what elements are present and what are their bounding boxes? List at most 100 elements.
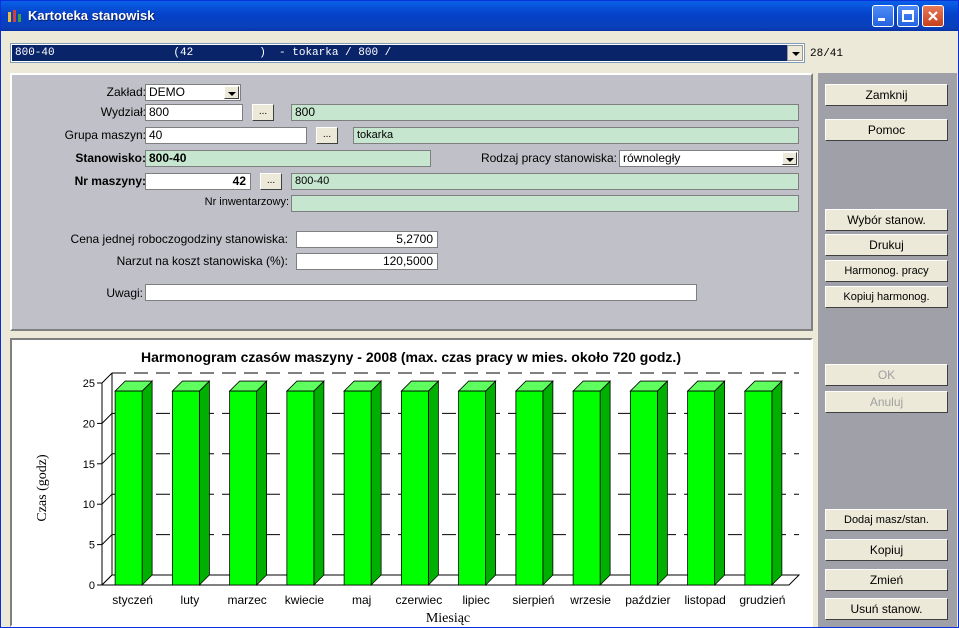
bar [114, 390, 143, 586]
bar-side [141, 380, 153, 586]
stanowisko-label: Stanowisko: [75, 151, 146, 165]
x-tick-label: paździer [625, 593, 670, 607]
bar [229, 390, 258, 586]
x-tick-label: czerwiec [396, 593, 443, 607]
gridline-diag [101, 453, 113, 465]
window-title: Kartoteka stanowisk [28, 8, 155, 23]
x-tick-label: styczeń [112, 593, 153, 607]
bar [458, 390, 487, 586]
x-tick-label: wrzesie [569, 593, 611, 607]
anuluj-button[interactable]: Anuluj [825, 391, 948, 413]
minimize-icon [878, 18, 885, 21]
nr-inw-label: Nr inwentarzowy: [204, 196, 289, 208]
form-panel: Zakład: DEMO Wydział: 800 ... 800 Grupa … [10, 73, 813, 331]
record-counter: 28/41 [810, 48, 844, 60]
minimize-button[interactable] [872, 5, 894, 27]
x-tick-label: marzec [227, 593, 266, 607]
uwagi-label: Uwagi: [106, 286, 143, 300]
wydzial-label: Wydział: [100, 105, 146, 119]
chart-title: Harmonogram czasów maszyny - 2008 (max. … [141, 349, 681, 365]
bar-side [542, 380, 554, 586]
grupa-lookup-button[interactable]: ... [316, 127, 338, 144]
bar-side [313, 380, 325, 586]
bar-side [427, 380, 439, 586]
rodzaj-label: Rodzaj pracy stanowiska: [480, 151, 617, 165]
bar [687, 390, 716, 586]
x-tick-label: lipiec [462, 593, 489, 607]
y-tick-label: 0 [89, 580, 95, 592]
narzut-label: Narzut na koszt stanowiska (%): [116, 254, 288, 268]
rodzaj-value: równoległy [623, 151, 681, 165]
maximize-button[interactable] [897, 5, 919, 27]
station-selector-value: 800-40 (42 ) - tokarka / 800 / [12, 45, 787, 61]
bar [400, 390, 429, 586]
pomoc-button[interactable]: Pomoc [825, 119, 948, 141]
y-tick-label: 5 [89, 540, 95, 552]
bar-side [485, 380, 497, 586]
x-tick-label: grudzień [739, 593, 785, 607]
rodzaj-select[interactable]: równoległy [619, 150, 799, 167]
wybor-stanow-button[interactable]: Wybór stanow. [825, 209, 948, 231]
bar-side [656, 380, 668, 586]
bar [171, 390, 200, 586]
zaklad-select[interactable]: DEMO [145, 84, 241, 101]
gridline-diag [101, 372, 113, 384]
x-tick-label: sierpień [512, 593, 554, 607]
x-tick-label: maj [352, 593, 371, 607]
y-tick-label: 20 [83, 418, 95, 430]
wydzial-code-input[interactable]: 800 [145, 104, 243, 121]
nr-inw-field[interactable] [291, 195, 799, 212]
chevron-down-icon[interactable] [224, 86, 239, 99]
bar [515, 390, 544, 586]
grupa-name-field: tokarka [353, 127, 799, 144]
grupa-label: Grupa maszyn: [64, 128, 146, 142]
close-icon [928, 11, 938, 21]
x-axis-label: Miesiąc [426, 611, 470, 625]
drukuj-button[interactable]: Drukuj [825, 234, 948, 256]
grupa-code-input[interactable]: 40 [145, 127, 307, 144]
bar-side [198, 380, 210, 586]
y-axis-label: Czas (godz) [35, 454, 50, 522]
harmonog-pracy-button[interactable]: Harmonog. pracy [825, 260, 948, 282]
wydzial-lookup-button[interactable]: ... [252, 104, 274, 121]
x-tick-label: kwiecie [285, 593, 325, 607]
kopiuj-button[interactable]: Kopiuj [825, 539, 948, 561]
dodaj-masz-stan-button[interactable]: Dodaj masz/stan. [825, 509, 948, 531]
chevron-down-icon[interactable] [787, 45, 803, 61]
bar-side [771, 380, 783, 586]
bar-side [256, 380, 268, 586]
usun-stanow-button[interactable]: Usuń stanow. [825, 598, 948, 620]
gridline-diag [101, 493, 113, 505]
bar [572, 390, 601, 586]
chart-panel: Harmonogram czasów maszyny - 2008 (max. … [10, 338, 813, 627]
button-panel: Zamknij Pomoc Wybór stanow. Drukuj Harmo… [818, 73, 957, 627]
y-tick-label: 10 [83, 499, 95, 511]
cena-label: Cena jednej roboczogodziny stanowiska: [70, 232, 288, 246]
nr-maszyny-lookup-button[interactable]: ... [260, 173, 282, 190]
x-tick-label: luty [181, 593, 200, 607]
close-button[interactable] [922, 5, 944, 27]
kopiuj-harmonog-button[interactable]: Kopiuj harmonog. [825, 286, 948, 308]
bar-side [599, 380, 611, 586]
zamknij-button[interactable]: Zamknij [825, 84, 948, 106]
cena-input[interactable]: 5,2700 [296, 231, 438, 248]
chart-back-axis [101, 373, 113, 586]
uwagi-input[interactable] [145, 284, 697, 301]
bar-side [370, 380, 382, 586]
narzut-input[interactable]: 120,5000 [296, 253, 438, 270]
y-tick-label: 15 [83, 459, 95, 471]
nr-maszyny-name-field: 800-40 [291, 173, 799, 190]
bar [744, 390, 773, 586]
bar [286, 390, 315, 586]
station-selector[interactable]: 800-40 (42 ) - tokarka / 800 / [10, 43, 805, 63]
main-window: Kartoteka stanowisk 800-40 (42 ) - tokar… [0, 0, 959, 628]
nr-maszyny-label: Nr maszyny: [74, 174, 146, 188]
maximize-icon [902, 10, 914, 22]
zaklad-label: Zakład: [106, 85, 146, 99]
title-bar[interactable]: Kartoteka stanowisk [1, 1, 958, 31]
zmien-button[interactable]: Zmień [825, 569, 948, 591]
nr-maszyny-input[interactable]: 42 [145, 173, 251, 190]
chevron-down-icon[interactable] [782, 152, 797, 165]
ok-button[interactable]: OK [825, 364, 948, 386]
x-tick-label: listopad [684, 593, 725, 607]
